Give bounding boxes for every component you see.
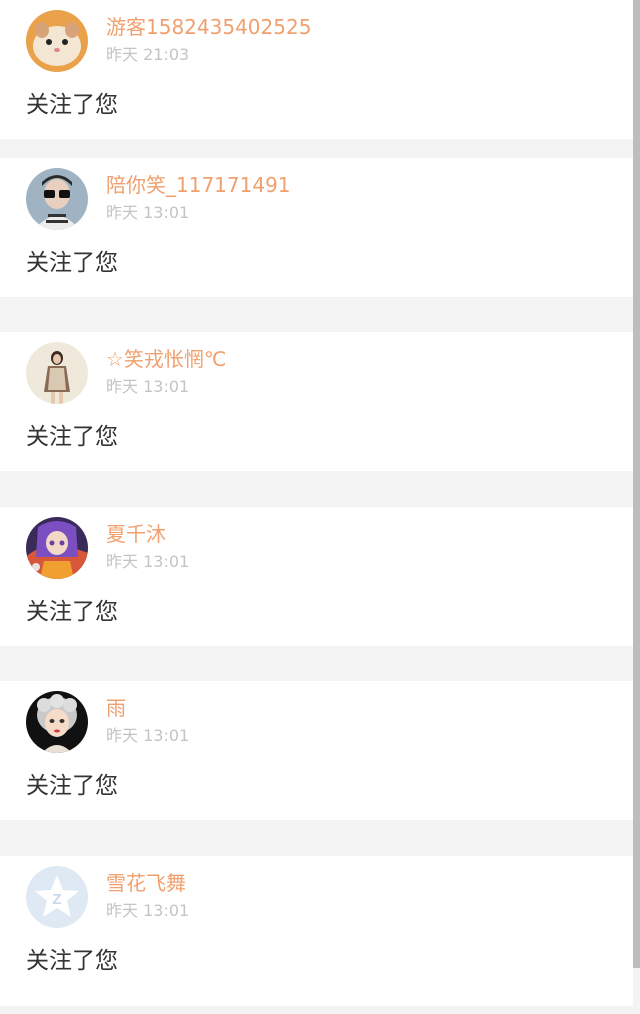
notification-message: 关注了您 [26,92,118,118]
timestamp: 昨天 13:01 [106,377,190,396]
notification-message: 关注了您 [26,250,118,276]
notification-item[interactable]: ☆笑戎怅惘℃ 昨天 13:01 关注了您 [0,332,633,471]
notification-item[interactable]: 陪你笑_117171491 昨天 13:01 关注了您 [0,158,633,297]
notification-message: 关注了您 [26,424,118,450]
standing-girl-avatar[interactable] [26,342,88,404]
silver-hair-girl-avatar[interactable] [26,691,88,753]
timestamp: 昨天 13:01 [106,552,190,571]
notification-item[interactable]: 夏千沐 昨天 13:01 关注了您 [0,507,633,646]
username[interactable]: 夏千沐 [106,521,166,547]
svg-text:Z: Z [52,891,61,908]
notification-item[interactable]: 雨 昨天 13:01 关注了您 [0,681,633,820]
username[interactable]: 雪花飞舞 [106,870,186,896]
notification-message: 关注了您 [26,948,118,974]
notification-message: 关注了您 [26,773,118,799]
anime-girl-avatar[interactable] [26,517,88,579]
scrollbar[interactable] [633,0,640,968]
username[interactable]: 雨 [106,695,126,721]
username[interactable]: ☆笑戎怅惘℃ [106,346,226,372]
username[interactable]: 游客1582435402525 [106,14,311,40]
timestamp: 昨天 13:01 [106,203,190,222]
notification-item[interactable]: Z 雪花飞舞 昨天 13:01 关注了您 [0,856,633,1006]
timestamp: 昨天 13:01 [106,726,190,745]
notification-feed: 游客1582435402525 昨天 21:03 关注了您 陪你笑_117171… [0,0,640,1014]
hamster-avatar[interactable] [26,10,88,72]
username[interactable]: 陪你笑_117171491 [106,172,291,198]
notification-item[interactable]: 游客1582435402525 昨天 21:03 关注了您 [0,0,633,139]
timestamp: 昨天 13:01 [106,901,190,920]
notification-message: 关注了您 [26,599,118,625]
glasses-boy-avatar[interactable] [26,168,88,230]
timestamp: 昨天 21:03 [106,45,190,64]
default-qq-avatar[interactable]: Z [26,866,88,928]
